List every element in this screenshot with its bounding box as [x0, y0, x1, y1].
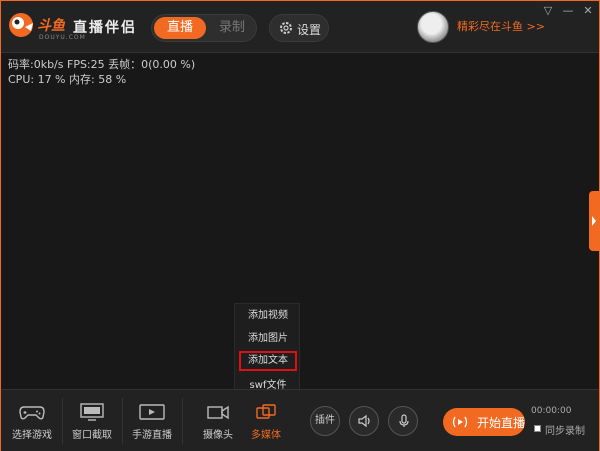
menu-item-add-video[interactable]: 添加视频	[235, 306, 301, 326]
multimedia-popup-menu: 添加视频 添加图片 添加文本 swf文件	[234, 303, 300, 397]
live-signal-icon	[452, 416, 468, 428]
plugins-button[interactable]: 插件	[310, 406, 340, 436]
dropdown-menu-icon[interactable]: ▽	[541, 5, 555, 17]
plugins-label: 插件	[315, 415, 335, 426]
app-window: 斗鱼 DOUYU.COM 直播伴侣 直播 录制 设置 精彩尽在斗鱼 >> ▽ —…	[0, 0, 600, 451]
side-expand-tab[interactable]	[589, 191, 599, 251]
microphone-icon	[399, 414, 409, 427]
multimedia-label: 多媒体	[251, 430, 281, 441]
live-timer: 00:00:00	[531, 406, 572, 416]
menu-item-add-text[interactable]: 添加文本	[239, 351, 297, 371]
microphone-button[interactable]	[388, 406, 418, 436]
gear-icon	[280, 22, 292, 34]
divider	[182, 398, 183, 444]
menu-item-add-image[interactable]: 添加图片	[235, 329, 301, 349]
speaker-icon	[358, 414, 370, 428]
stats-cpu-line: CPU: 17 % 内存: 58 %	[8, 73, 127, 86]
speaker-button[interactable]	[349, 406, 379, 436]
window-capture-label: 窗口截取	[72, 430, 112, 441]
monitor-icon	[80, 403, 104, 421]
stream-stats: 码率:0kb/s FPS:25 丢帧：0(0.00 %) CPU: 17 % 内…	[8, 57, 195, 87]
sync-record-label[interactable]: 同步录制	[545, 422, 585, 437]
camera-icon	[207, 405, 229, 420]
multimedia-icon	[256, 404, 276, 419]
promo-link[interactable]: 精彩尽在斗鱼 >>	[457, 18, 545, 34]
close-icon[interactable]: ✕	[581, 5, 595, 17]
bottom-toolbar: 选择游戏 窗口截取 手游直播 摄像头 多媒体 插件 开始直播 00:00:00 …	[1, 389, 599, 451]
logo-text: 斗鱼	[37, 18, 65, 34]
phone-landscape-icon	[139, 404, 165, 420]
sync-record-checkbox[interactable]	[534, 425, 541, 432]
app-title: 直播伴侣	[73, 20, 137, 36]
avatar[interactable]	[417, 11, 449, 43]
start-live-button[interactable]: 开始直播	[443, 408, 525, 436]
settings-button[interactable]: 设置	[269, 14, 329, 42]
minimize-icon[interactable]: —	[561, 5, 575, 17]
select-game-label: 选择游戏	[12, 430, 52, 441]
start-live-label: 开始直播	[477, 416, 526, 430]
tab-record[interactable]: 录制	[208, 17, 256, 39]
douyu-logo-icon	[9, 13, 33, 37]
tab-live[interactable]: 直播	[154, 17, 206, 39]
select-game-button[interactable]: 选择游戏	[3, 390, 61, 451]
header: 斗鱼 DOUYU.COM 直播伴侣 直播 录制 设置 精彩尽在斗鱼 >> ▽ —…	[1, 1, 599, 53]
mode-switch: 直播 录制	[151, 14, 257, 42]
mobile-game-live-label: 手游直播	[132, 430, 172, 441]
mobile-game-live-button[interactable]: 手游直播	[123, 390, 181, 451]
window-capture-button[interactable]: 窗口截取	[63, 390, 121, 451]
gamepad-icon	[19, 406, 45, 420]
stats-bitrate-line: 码率:0kb/s FPS:25 丢帧：0(0.00 %)	[8, 58, 196, 71]
settings-label: 设置	[297, 23, 322, 37]
multimedia-button[interactable]: 多媒体	[237, 390, 295, 451]
